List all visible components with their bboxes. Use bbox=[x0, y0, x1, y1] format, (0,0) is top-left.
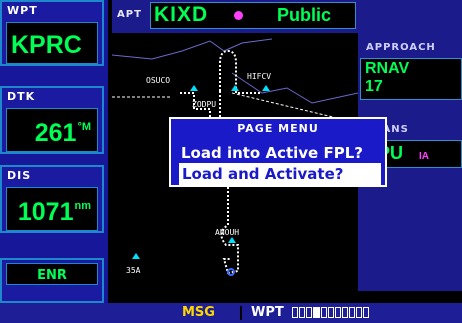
page-box bbox=[299, 307, 305, 318]
status-bar: MSG WPT bbox=[0, 303, 462, 323]
dtk-unit: °M bbox=[77, 121, 91, 133]
cdi-mode-field[interactable]: ENR bbox=[0, 258, 104, 303]
dtk-number: 261 bbox=[34, 119, 77, 147]
airport-ident: KIXD bbox=[154, 3, 209, 26]
page-box bbox=[342, 307, 348, 318]
procedure-loop bbox=[219, 49, 237, 91]
enr-box: ENR bbox=[6, 263, 98, 285]
wpt-label: WPT bbox=[7, 4, 38, 17]
wpt-value-box: KPRC bbox=[6, 22, 98, 64]
approach-label: APPROACH bbox=[366, 42, 436, 53]
msg-annunciator: MSG bbox=[182, 305, 215, 320]
page-box bbox=[356, 307, 362, 318]
dis-value: 1071nm bbox=[18, 198, 91, 226]
menu-option-load-and-activate[interactable]: Load and Activate? bbox=[179, 163, 381, 185]
page-menu-title: PAGE MENU bbox=[237, 122, 319, 135]
dis-label: DIS bbox=[7, 169, 32, 182]
page-box bbox=[363, 307, 369, 318]
approach-value: RNAV bbox=[365, 60, 410, 77]
dtk-field[interactable]: DTK 261°M bbox=[0, 86, 104, 154]
approach-runway-number: 17 bbox=[365, 78, 383, 95]
page-box bbox=[335, 307, 341, 318]
dis-number: 1071 bbox=[17, 198, 74, 226]
waypoint-triangle bbox=[228, 237, 236, 243]
map-label-zodpu: ZODPU bbox=[192, 100, 216, 109]
dtk-value-box: 261°M bbox=[6, 108, 98, 152]
airport-ident-box[interactable]: KIXD Public bbox=[150, 2, 356, 29]
status-divider bbox=[240, 306, 242, 320]
map-label-osuco: OSUCO bbox=[146, 76, 170, 85]
map-label-hifcv: HIFCV bbox=[247, 72, 271, 81]
waypoint-triangle bbox=[231, 85, 239, 91]
dis-unit: nm bbox=[74, 200, 92, 212]
page-menu: PAGE MENU Load into Active FPL? Load and… bbox=[169, 117, 387, 187]
page-group-label: WPT bbox=[251, 305, 284, 320]
page-box bbox=[292, 307, 298, 318]
waypoint-triangle bbox=[262, 85, 270, 91]
airport-symbol bbox=[227, 268, 235, 276]
approach-runway: 17 bbox=[365, 78, 383, 96]
dtk-value: 261°M bbox=[35, 119, 91, 147]
dis-field[interactable]: DIS 1071nm bbox=[0, 165, 104, 233]
boundary-line bbox=[111, 38, 273, 60]
page-indicator bbox=[292, 307, 369, 318]
page-box bbox=[349, 307, 355, 318]
dis-value-box: 1071nm bbox=[6, 187, 98, 231]
approach-box[interactable]: RNAV 17 bbox=[360, 58, 462, 100]
enr-label: ENR bbox=[37, 268, 67, 283]
map-label-35a: 35A bbox=[126, 266, 141, 275]
airport-type-label: APT bbox=[117, 9, 142, 20]
procedure-path bbox=[235, 91, 262, 94]
page-box bbox=[306, 307, 312, 318]
wpt-value: KPRC bbox=[11, 31, 82, 59]
transition-suffix: IA bbox=[419, 151, 429, 162]
page-box-active bbox=[313, 307, 320, 318]
airport-public-label: Public bbox=[277, 5, 332, 25]
waypoint-triangle bbox=[190, 85, 198, 91]
wpt-field[interactable]: WPT KPRC bbox=[0, 0, 104, 66]
map-label-anouh: ANOUH bbox=[215, 228, 239, 237]
page-box bbox=[321, 307, 327, 318]
waypoint-triangle bbox=[132, 253, 140, 259]
dtk-label: DTK bbox=[7, 90, 36, 103]
page-box bbox=[328, 307, 334, 318]
menu-option-load-into-active-fpl[interactable]: Load into Active FPL? bbox=[179, 143, 381, 163]
airport-public-icon bbox=[234, 11, 243, 20]
